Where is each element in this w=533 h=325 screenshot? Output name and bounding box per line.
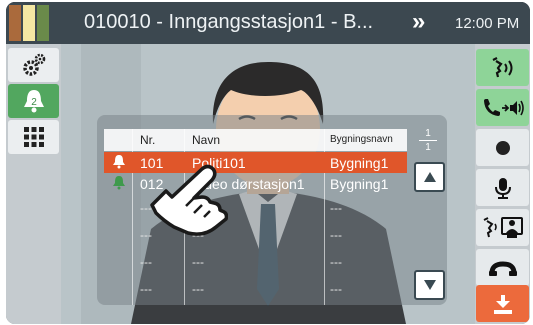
cell-name: ---: [192, 255, 204, 269]
page-divider: [419, 140, 437, 141]
microphone-icon: [494, 177, 511, 199]
page-indicator: 1 1: [415, 128, 441, 156]
keypad-button[interactable]: [8, 120, 59, 154]
cell-nr: ---: [140, 282, 152, 296]
settings-button[interactable]: [8, 48, 59, 82]
column-header-nr: Nr.: [140, 133, 156, 147]
table-header: Nr. Navn Bygningsnavn: [104, 129, 407, 151]
status-indicators: [9, 5, 53, 41]
hang-up-icon: [493, 294, 512, 314]
status-light-1: [9, 5, 21, 41]
main-area: 2 Nr. Navn Bygningsnavn 101 Politi101 By…: [6, 44, 530, 324]
table-row[interactable]: --- --- ---: [104, 250, 407, 271]
talk-icon: [492, 56, 512, 77]
gear-icon: [22, 53, 45, 76]
more-info-button[interactable]: »: [412, 8, 425, 36]
hold-icon: [488, 260, 517, 276]
call-transfer-speaker-icon: [483, 98, 524, 116]
hand-pointer-icon: [150, 164, 228, 236]
cell-name: ---: [192, 282, 204, 296]
keypad-icon: [23, 127, 44, 147]
column-header-name: Navn: [192, 133, 221, 147]
status-light-3: [37, 5, 49, 41]
notification-badge: 2: [31, 97, 37, 108]
cell-building: ---: [330, 228, 342, 242]
right-sidebar: [475, 44, 530, 324]
scroll-up-button[interactable]: [414, 162, 445, 192]
notification-button[interactable]: 2: [8, 84, 59, 118]
hold-button[interactable]: [476, 249, 529, 286]
cell-building: Bygning1: [330, 176, 389, 192]
scroll-down-button[interactable]: [414, 270, 445, 300]
monitor-talk-button[interactable]: [476, 209, 529, 246]
bell-icon: [112, 154, 126, 172]
triangle-up-icon: [423, 172, 436, 182]
cell-building: ---: [330, 282, 342, 296]
cell-building: ---: [330, 255, 342, 269]
hang-up-button[interactable]: [476, 285, 529, 322]
bell-icon: 2: [23, 90, 44, 113]
talk-button[interactable]: [476, 49, 529, 86]
station-title: 010010 - Inngangsstasjon1 - B...: [84, 11, 374, 33]
column-header-building: Bygningsnavn: [330, 134, 393, 145]
left-sidebar: 2: [6, 44, 61, 324]
intercom-screen: 010010 - Inngangsstasjon1 - B... » 12:00…: [6, 2, 530, 324]
triangle-down-icon: [423, 280, 436, 290]
cell-nr: ---: [140, 255, 152, 269]
clock: 12:00 PM: [455, 15, 520, 32]
record-icon: [495, 140, 510, 155]
microphone-button[interactable]: [476, 169, 529, 206]
page-current: 1: [425, 128, 431, 139]
cell-building: Bygning1: [330, 155, 389, 171]
top-bar: 010010 - Inngangsstasjon1 - B... » 12:00…: [6, 2, 530, 44]
page-total: 1: [425, 142, 431, 153]
bell-icon: [112, 175, 126, 193]
monitor-talk-icon: [483, 216, 523, 238]
status-light-2: [23, 5, 35, 41]
transfer-to-speaker-button[interactable]: [476, 89, 529, 126]
record-button[interactable]: [476, 129, 529, 166]
cell-building: ---: [330, 201, 342, 215]
table-row[interactable]: --- --- ---: [104, 277, 407, 298]
